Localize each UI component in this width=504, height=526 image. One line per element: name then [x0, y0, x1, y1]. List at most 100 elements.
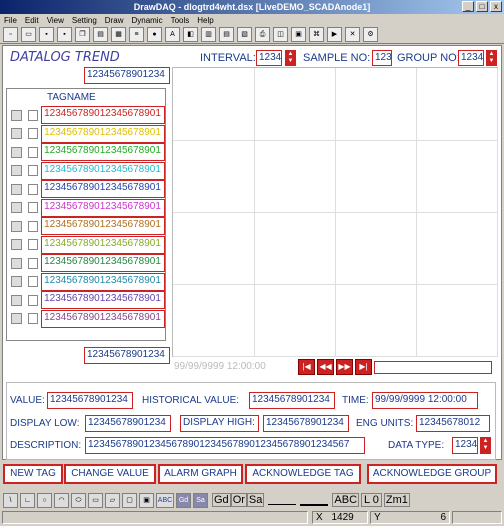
- display-high-field[interactable]: 12345678901234: [263, 415, 349, 432]
- arc-tool-icon[interactable]: ◠: [54, 492, 69, 508]
- display-low-field[interactable]: 12345678901234: [85, 415, 171, 432]
- tag-pen-icon[interactable]: [27, 276, 39, 288]
- menu-help[interactable]: Help: [193, 16, 217, 25]
- save-icon[interactable]: ▪: [39, 27, 54, 42]
- tag-pen-icon[interactable]: [27, 128, 39, 140]
- value-field[interactable]: 12345678901234: [47, 392, 133, 409]
- properties-icon[interactable]: ▧: [237, 27, 252, 42]
- description-field[interactable]: 1234567890123456789012345678901234567890…: [85, 437, 365, 454]
- tag-select-checkbox[interactable]: [11, 239, 22, 251]
- maximize-button[interactable]: □: [476, 1, 488, 12]
- align-icon[interactable]: ▥: [201, 27, 216, 42]
- tag-row[interactable]: 123456789012345678901: [7, 291, 166, 310]
- tag-row[interactable]: 123456789012345678901: [7, 235, 166, 255]
- rectangle-tool-icon[interactable]: ▭: [88, 492, 103, 508]
- tag-pen-icon[interactable]: [27, 165, 39, 177]
- group-value[interactable]: 1234: [458, 50, 484, 66]
- grid-icon[interactable]: ▦: [111, 27, 126, 42]
- menu-tools[interactable]: Tools: [167, 16, 194, 25]
- tag-name-field[interactable]: 123456789012345678901: [41, 124, 166, 143]
- tag-row[interactable]: 123456789012345678901: [7, 180, 166, 199]
- polyline-tool-icon[interactable]: ∟: [20, 492, 35, 508]
- network-icon[interactable]: ⌘: [309, 27, 324, 42]
- color-palette-icon[interactable]: ●: [147, 27, 162, 42]
- tag-name-field[interactable]: 123456789012345678901: [41, 143, 166, 162]
- config-icon[interactable]: ⚙: [363, 27, 378, 42]
- save-all-icon[interactable]: ▪: [57, 27, 72, 42]
- tag-pen-icon[interactable]: [27, 294, 39, 306]
- open-folder-icon[interactable]: ▭: [21, 27, 36, 42]
- new-tag-button[interactable]: NEW TAG: [3, 464, 63, 484]
- zoom-indicator[interactable]: Zm1: [383, 493, 410, 507]
- tag-select-checkbox[interactable]: [11, 220, 22, 232]
- menu-view[interactable]: View: [43, 16, 68, 25]
- tag-select-checkbox[interactable]: [11, 202, 22, 214]
- tag-pen-icon[interactable]: [27, 146, 39, 158]
- tag-row[interactable]: 123456789012345678901: [7, 217, 166, 236]
- tag-pen-icon[interactable]: [27, 109, 39, 121]
- next-record-button[interactable]: ▶▶: [336, 359, 353, 375]
- first-record-button[interactable]: |◀: [298, 359, 315, 375]
- data-type-field[interactable]: 1234: [452, 437, 478, 454]
- tag-pen-icon[interactable]: [27, 220, 39, 232]
- run-icon[interactable]: ▶: [327, 27, 342, 42]
- previous-record-button[interactable]: ◀◀: [317, 359, 334, 375]
- image-icon[interactable]: ▣: [291, 27, 306, 42]
- menu-draw[interactable]: Draw: [101, 16, 128, 25]
- tag-name-field[interactable]: 123456789012345678901: [41, 217, 166, 236]
- scale-high-value[interactable]: 12345678901234: [84, 67, 170, 84]
- tag-pen-icon[interactable]: [27, 183, 39, 195]
- sample-tool-icon[interactable]: Sa: [193, 492, 208, 508]
- group-spinner[interactable]: ▲ ▼: [486, 50, 497, 66]
- tag-select-checkbox[interactable]: [11, 257, 22, 269]
- tag-name-field[interactable]: 123456789012345678901: [41, 272, 166, 291]
- menu-setting[interactable]: Setting: [68, 16, 101, 25]
- tag-name-field[interactable]: 123456789012345678901: [41, 161, 166, 180]
- tag-pen-icon[interactable]: [27, 257, 39, 269]
- data-type-spinner[interactable]: ▲ ▼: [480, 437, 491, 454]
- tag-row[interactable]: 123456789012345678901: [7, 309, 166, 329]
- time-field[interactable]: 99/99/9999 12:00:00: [372, 392, 478, 409]
- acknowledge-group-button[interactable]: ACKNOWLEDGE GROUP: [367, 464, 497, 484]
- fill-icon[interactable]: ◧: [183, 27, 198, 42]
- tag-row[interactable]: 123456789012345678901: [7, 272, 166, 292]
- minimize-button[interactable]: _: [462, 1, 474, 12]
- tag-row[interactable]: 123456789012345678901: [7, 198, 166, 218]
- tag-select-checkbox[interactable]: [11, 313, 22, 325]
- tag-pen-icon[interactable]: [27, 313, 39, 325]
- tag-name-field[interactable]: 123456789012345678901: [41, 309, 166, 328]
- tag-name-field[interactable]: 123456789012345678901: [41, 106, 166, 125]
- interval-spinner[interactable]: ▲ ▼: [285, 50, 296, 66]
- layer-icon[interactable]: ▤: [219, 27, 234, 42]
- tag-select-checkbox[interactable]: [11, 294, 22, 306]
- tools-icon[interactable]: ✕: [345, 27, 360, 42]
- filled-rect-tool-icon[interactable]: ▣: [139, 492, 154, 508]
- polygon-tool-icon[interactable]: ▱: [105, 492, 120, 508]
- tag-name-field[interactable]: 123456789012345678901: [41, 291, 166, 310]
- ellipse-tool-icon[interactable]: ⬭: [71, 492, 86, 508]
- menu-edit[interactable]: Edit: [21, 16, 43, 25]
- tag-name-field[interactable]: 123456789012345678901: [41, 180, 166, 199]
- trend-scrollbar[interactable]: [374, 361, 492, 374]
- tag-select-checkbox[interactable]: [11, 109, 22, 121]
- tag-pen-icon[interactable]: [27, 239, 39, 251]
- tag-row[interactable]: 123456789012345678901: [7, 143, 166, 162]
- tag-name-field[interactable]: 123456789012345678901: [41, 235, 166, 254]
- sample-value[interactable]: 123: [372, 50, 392, 66]
- last-record-button[interactable]: ▶|: [355, 359, 372, 375]
- menu-dynamic[interactable]: Dynamic: [127, 16, 166, 25]
- close-button[interactable]: x: [490, 1, 502, 12]
- tag-pen-icon[interactable]: [27, 202, 39, 214]
- acknowledge-tag-button[interactable]: ACKNOWLEDGE TAG: [245, 464, 361, 484]
- new-file-icon[interactable]: ▫: [3, 27, 18, 42]
- line-style-selector[interactable]: [268, 495, 297, 505]
- text-tool-icon[interactable]: ABC: [156, 492, 174, 508]
- group-tool-icon[interactable]: Gd: [176, 492, 191, 508]
- tag-row[interactable]: 123456789012345678901: [7, 161, 166, 181]
- interval-value[interactable]: 1234: [256, 50, 282, 66]
- tag-row[interactable]: 123456789012345678901: [7, 254, 166, 273]
- tag-name-field[interactable]: 123456789012345678901: [41, 198, 166, 217]
- preview-icon[interactable]: ◫: [273, 27, 288, 42]
- tag-select-checkbox[interactable]: [11, 165, 22, 177]
- change-value-button[interactable]: CHANGE VALUE: [64, 464, 156, 484]
